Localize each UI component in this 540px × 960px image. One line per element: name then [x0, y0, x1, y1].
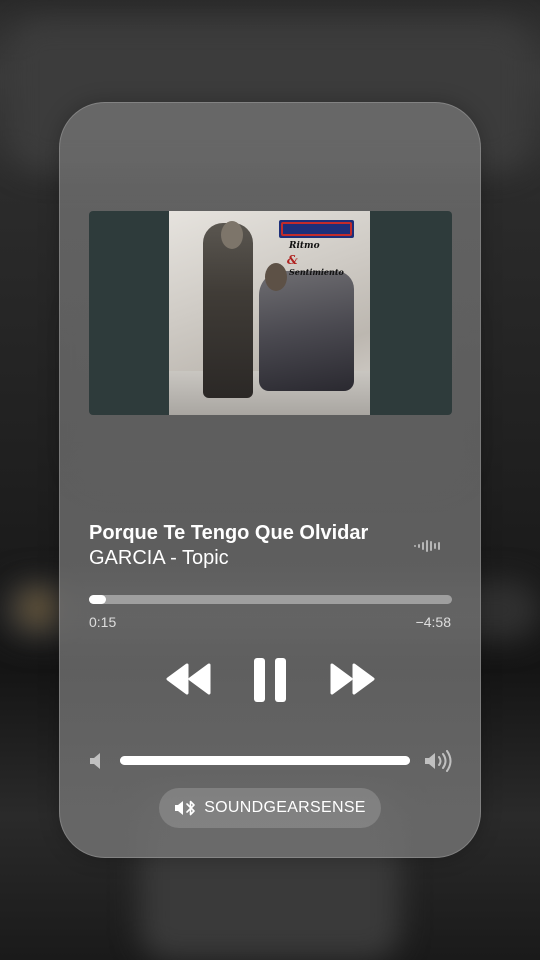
volume-low-icon — [90, 753, 100, 769]
audio-output-label: SOUNDGEARSENSE — [204, 799, 366, 816]
remaining-time: −4:58 — [415, 614, 451, 630]
artwork-title-line2: & — [287, 253, 298, 267]
pause-button[interactable] — [252, 656, 288, 704]
audio-output-button[interactable]: SOUNDGEARSENSE — [159, 788, 381, 828]
volume-slider-fill — [120, 756, 410, 765]
volume-slider[interactable] — [120, 756, 410, 765]
playback-progress-bar[interactable] — [89, 595, 452, 604]
artwork-title-line3: Sentimiento — [289, 267, 344, 277]
song-title: Porque Te Tengo Que Olvidar — [89, 522, 369, 544]
fast-forward-button[interactable] — [328, 662, 376, 696]
audio-waveform-icon — [414, 540, 440, 552]
artwork-figure-left — [203, 223, 253, 398]
bluetooth-speaker-icon — [175, 800, 196, 816]
artwork-title-line1: Ritmo — [289, 241, 320, 251]
rewind-button[interactable] — [165, 662, 213, 696]
song-artist[interactable]: GARCIA - Topic — [89, 547, 229, 570]
album-artwork[interactable]: Ritmo & Sentimiento — [89, 211, 452, 415]
playback-progress-fill — [89, 595, 107, 604]
volume-high-icon — [425, 750, 452, 772]
album-cover: Ritmo & Sentimiento — [169, 211, 370, 415]
elapsed-time: 0:15 — [89, 614, 117, 630]
